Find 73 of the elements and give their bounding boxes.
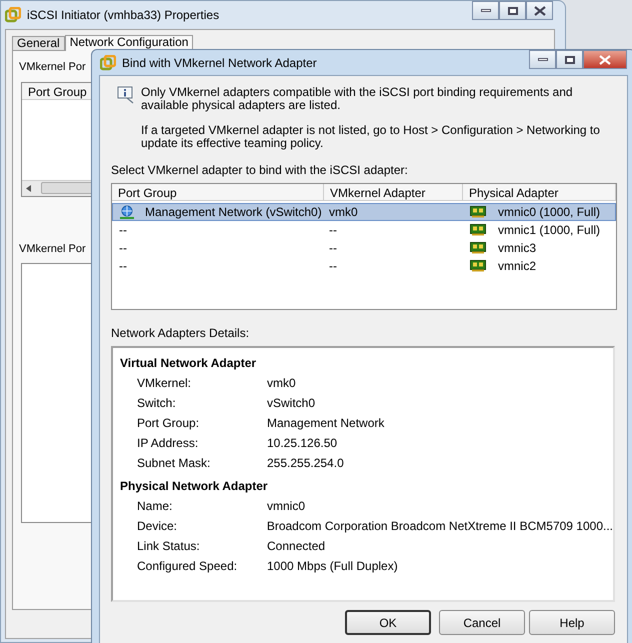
adapter-row[interactable]: -- -- vmnic3	[112, 239, 616, 257]
table-cell-text: --	[119, 222, 127, 239]
close-button[interactable]	[526, 1, 553, 20]
maximize-icon	[508, 6, 518, 14]
network-globe-icon	[119, 204, 135, 220]
field-label: Link Status:	[137, 538, 201, 555]
info-text: If a targeted VMkernel adapter is not listed, go to Host > Configuration > Networking to update its effective teaming policy.	[141, 124, 601, 150]
dialog-button[interactable]: OK	[345, 610, 431, 635]
field-value: vSwitch0	[267, 395, 316, 412]
table-cell-text: vmnic3	[498, 240, 536, 257]
section-label: VMkernel Por	[19, 242, 86, 256]
section-heading: Virtual Network Adapter	[120, 355, 256, 372]
info-icon	[117, 86, 135, 104]
table-cell-text: --	[119, 258, 127, 275]
window-title: iSCSI Initiator (vmhba33) Properties	[27, 7, 220, 24]
column-header[interactable]: VMkernel Adapter	[324, 184, 463, 200]
field-value: 255.255.254.0	[267, 455, 344, 472]
tab[interactable]: General	[12, 36, 65, 50]
network-card-icon	[470, 242, 486, 254]
field-label: IP Address:	[137, 435, 200, 452]
maximize-button[interactable]	[499, 1, 526, 20]
adapter-row[interactable]: Management Network (vSwitch0) vmk0 vmnic0 (1000, Full)	[112, 203, 616, 221]
table-cell: --	[329, 259, 337, 273]
field-label: Switch:	[137, 395, 177, 412]
table-cell-text: vmnic0 (1000, Full)	[498, 204, 600, 221]
dialog-button[interactable]: Help	[529, 610, 615, 635]
section-label: VMkernel Por	[19, 60, 86, 75]
scroll-left-arrow-icon	[26, 184, 31, 192]
close-icon	[599, 54, 611, 64]
app-logo-icon	[5, 7, 21, 23]
field-value: Broadcom Corporation Broadcom NetXtreme II BCM5709 1000...	[266, 518, 613, 535]
close-button[interactable]	[583, 50, 627, 69]
tab[interactable]: Network Configuration	[64, 35, 194, 51]
app-logo-icon	[100, 54, 116, 70]
field-label: VMkernel:	[137, 375, 192, 392]
field-label: Port Group:	[137, 415, 200, 432]
field-value: vmnic0	[267, 498, 306, 515]
table-cell-text: vmnic1 (1000, Full)	[498, 222, 600, 239]
select-label: Select VMkernel adapter to bind with the iSCSI adapter:	[111, 162, 409, 179]
minimize-button[interactable]	[529, 50, 556, 69]
field-label: Subnet Mask:	[137, 455, 212, 472]
dialog-title: Bind with VMkernel Network Adapter	[122, 54, 317, 72]
minimize-icon	[538, 58, 548, 61]
details-label: Network Adapters Details:	[111, 325, 250, 342]
network-card-icon	[470, 260, 486, 272]
dialog-button[interactable]: Cancel	[439, 610, 525, 635]
adapter-row[interactable]: -- -- vmnic1 (1000, Full)	[112, 221, 616, 239]
field-label: Name:	[137, 498, 174, 515]
field-value: Connected	[267, 538, 326, 555]
section-heading: Physical Network Adapter	[120, 478, 268, 495]
field-value: vmk0	[267, 375, 296, 392]
column-header[interactable]: Port Group	[112, 184, 324, 200]
field-label: Configured Speed:	[137, 558, 238, 575]
field-value: 10.25.126.50	[267, 435, 338, 452]
table-cell-text: --	[119, 240, 127, 257]
minimize-button[interactable]	[472, 1, 499, 20]
close-icon	[534, 6, 546, 16]
network-card-icon	[470, 206, 486, 218]
network-card-icon	[470, 224, 486, 236]
table-cell-text: vmnic2	[498, 258, 536, 275]
info-text: Only VMkernel adapters compatible with the iSCSI port binding requirements and available physical adapters are listed.	[141, 86, 574, 112]
column-header[interactable]: Physical Adapter	[463, 184, 616, 200]
field-label: Device:	[137, 518, 178, 535]
maximize-button[interactable]	[556, 50, 583, 69]
field-value: Management Network	[267, 415, 384, 432]
table-cell: --	[329, 223, 337, 237]
minimize-icon	[480, 9, 490, 12]
maximize-icon	[564, 56, 574, 64]
table-cell: vmk0	[329, 205, 358, 219]
table-cell: --	[329, 241, 337, 255]
field-value: 1000 Mbps (Full Duplex)	[267, 558, 398, 575]
table-cell-text: Management Network (vSwitch0)	[145, 204, 322, 221]
adapter-row[interactable]: -- -- vmnic2	[112, 257, 616, 275]
